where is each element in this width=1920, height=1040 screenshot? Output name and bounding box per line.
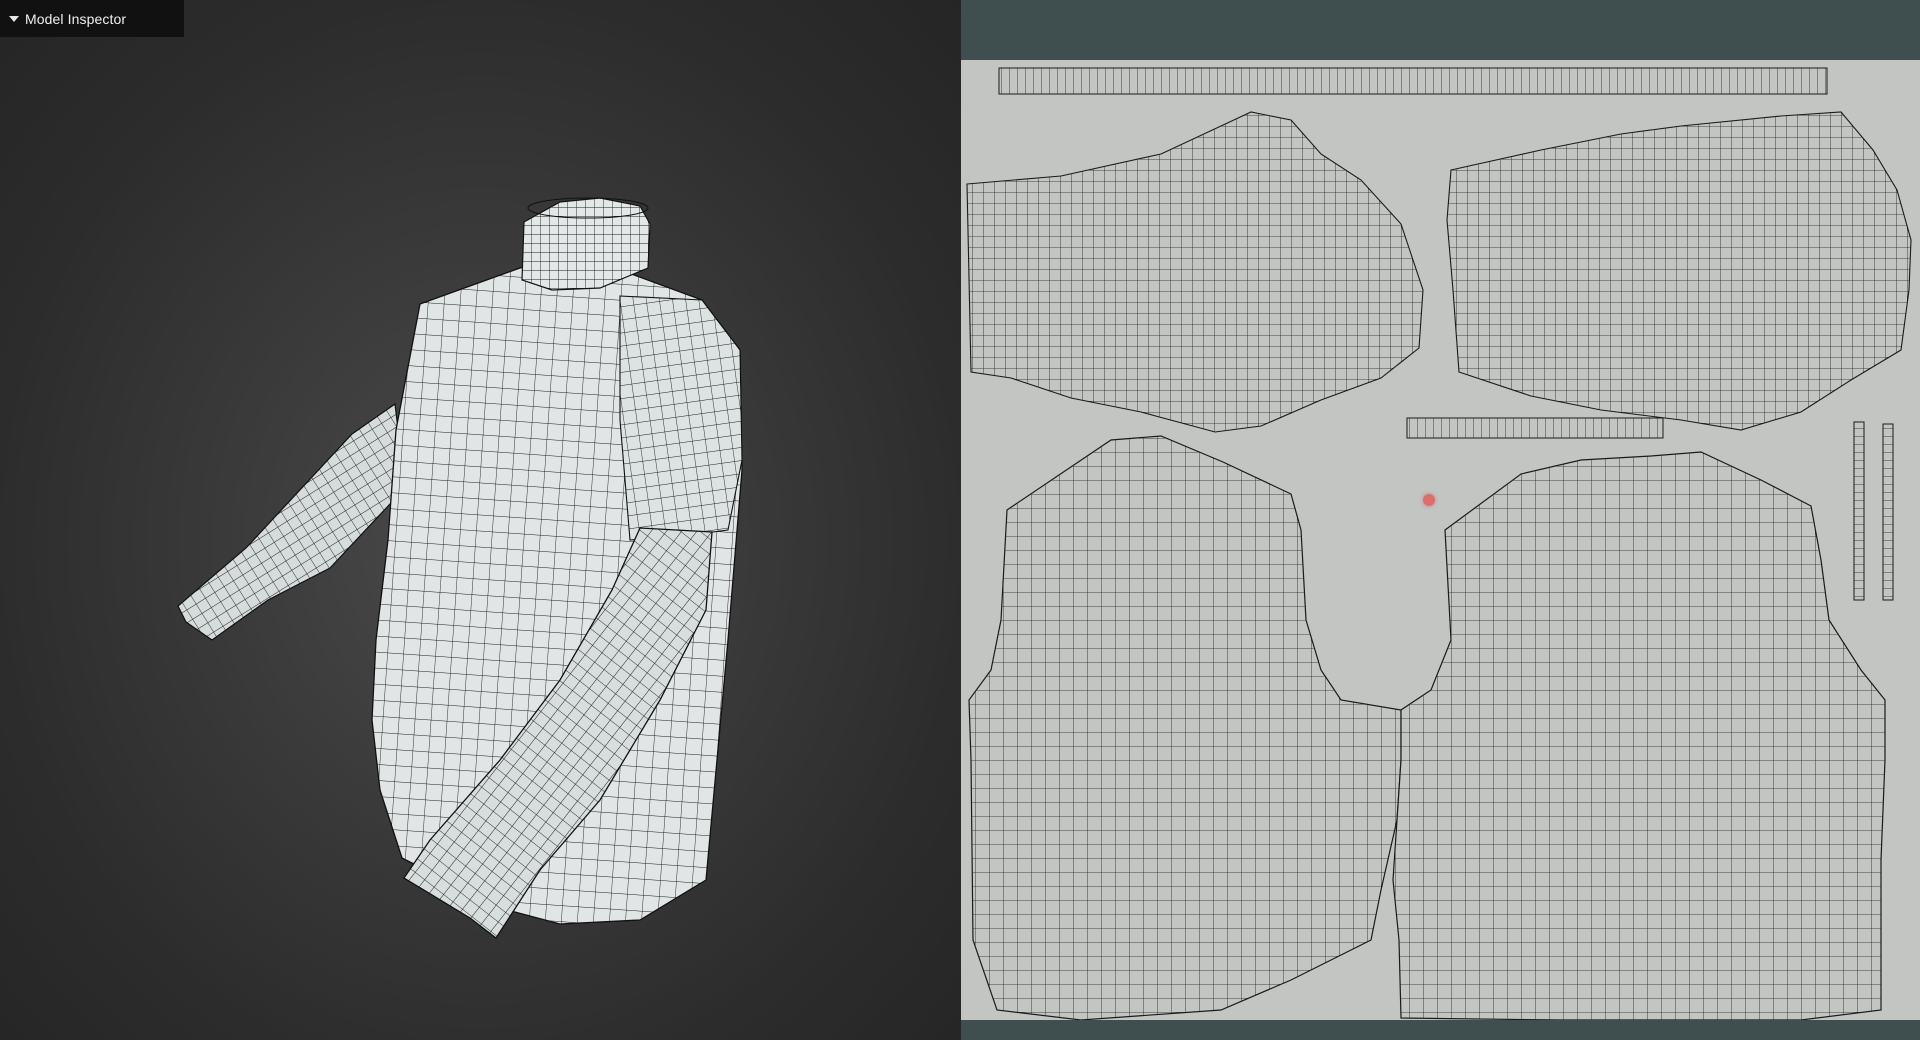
side-strip-right <box>1882 423 1894 601</box>
sleeve-island-left <box>966 111 1424 433</box>
uv-islands[interactable] <box>961 60 1920 1020</box>
back-sleeve <box>177 402 406 641</box>
front-upper-sleeve <box>619 295 743 541</box>
uv-editor[interactable] <box>961 0 1920 1040</box>
panel-title: Model Inspector <box>25 10 127 27</box>
3d-viewport[interactable]: Model Inspector <box>0 0 961 1040</box>
collar-strip <box>998 67 1828 95</box>
model-inspector-header[interactable]: Model Inspector <box>0 0 184 37</box>
cuff-strip <box>1406 417 1664 439</box>
back-body-island <box>1392 451 1886 1020</box>
sleeve-island-right <box>1446 111 1912 431</box>
front-body-island <box>968 435 1402 1020</box>
uv-cursor-marker[interactable] <box>1423 494 1435 506</box>
caret-down-icon[interactable] <box>9 16 19 22</box>
side-strip-left <box>1853 421 1865 601</box>
shirt-model[interactable] <box>0 0 961 1040</box>
uv-canvas[interactable] <box>961 60 1920 1020</box>
